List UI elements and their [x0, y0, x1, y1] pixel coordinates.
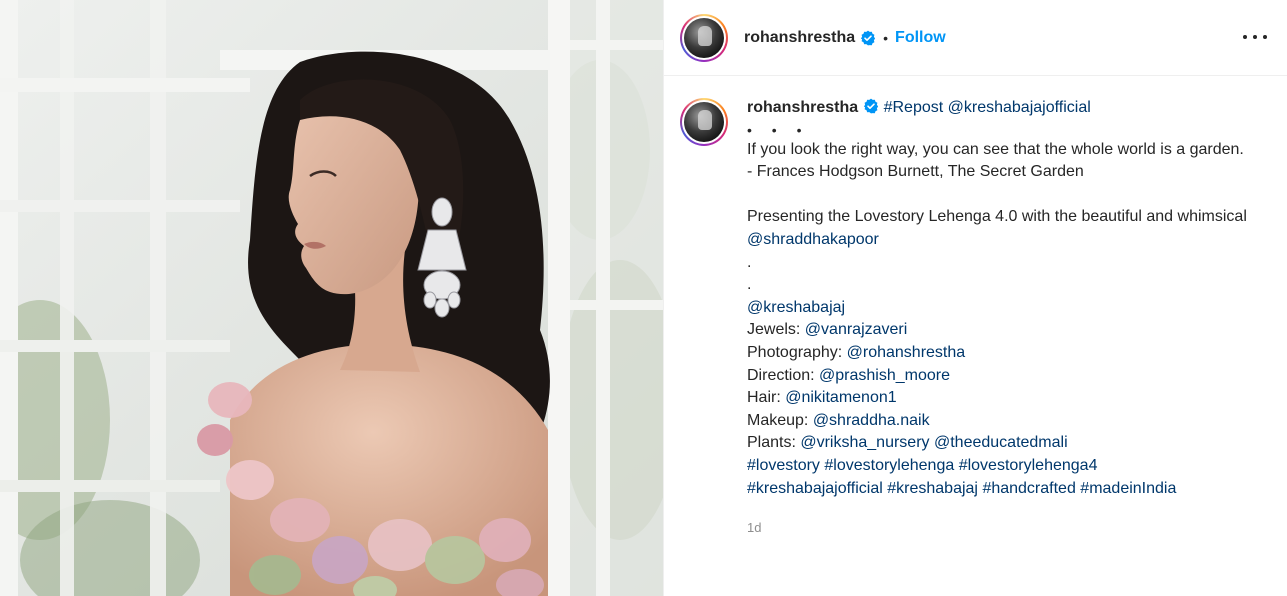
- credit-direction: Direction: @prashish_moore: [747, 366, 950, 384]
- caption-avatar[interactable]: [680, 98, 728, 146]
- presenting-line: Presenting the Lovestory Lehenga 4.0 wit…: [747, 208, 1247, 248]
- post-photo-illustration: [0, 0, 663, 596]
- post-header: rohanshrestha • Follow: [664, 0, 1287, 76]
- caption-dots: • • •: [747, 121, 810, 138]
- mention-shraddha-naik[interactable]: @shraddha.naik: [813, 412, 930, 429]
- mention-theeducatedmali[interactable]: @theeducatedmali: [934, 434, 1068, 451]
- caption-period-1: .: [747, 253, 752, 271]
- follow-button[interactable]: Follow: [895, 29, 946, 47]
- mention-vriksha-nursery[interactable]: @vriksha_nursery: [800, 434, 929, 451]
- verified-badge-icon: [860, 30, 876, 46]
- mention-vanrajzaveri[interactable]: @vanrajzaveri: [805, 321, 908, 338]
- post-photo[interactable]: [0, 0, 663, 596]
- header-username[interactable]: rohanshrestha: [744, 29, 855, 47]
- credit-jewels: Jewels: @vanrajzaveri: [747, 321, 908, 339]
- credit-makeup: Makeup: @shraddha.naik: [747, 411, 930, 429]
- hashtags-line-1: #lovestory #lovestorylehenga #lovestoryl…: [747, 455, 1247, 478]
- hashtag-kreshabajaj[interactable]: #kreshabajaj: [887, 480, 978, 497]
- quote-line2: - Frances Hodgson Burnett, The Secret Ga…: [747, 163, 1084, 181]
- avatar[interactable]: [680, 13, 728, 62]
- hashtag-madeinindia[interactable]: #madeinIndia: [1080, 480, 1176, 497]
- header-separator: •: [883, 29, 889, 46]
- repost-user-mention[interactable]: @kreshabajajofficial: [948, 99, 1091, 116]
- mention-prashish-moore[interactable]: @prashish_moore: [819, 367, 950, 384]
- caption-body: rohanshrestha #Repost @kreshabajajoffici…: [747, 97, 1247, 535]
- credit-hair: Hair: @nikitamenon1: [747, 389, 897, 407]
- post-timestamp[interactable]: 1d: [747, 520, 1247, 535]
- caption-verified-badge-icon: [863, 98, 879, 114]
- hashtag-handcrafted[interactable]: #handcrafted: [982, 480, 1075, 497]
- hashtag-lovestory[interactable]: #lovestory: [747, 457, 820, 474]
- hashtags-line-2: #kreshabajajofficial #kreshabajaj #handc…: [747, 478, 1247, 501]
- caption-avatar-image: [684, 102, 724, 142]
- quote-line1: If you look the right way, you can see t…: [747, 140, 1244, 158]
- mention-nikitamenon1[interactable]: @nikitamenon1: [785, 389, 896, 406]
- hashtag-lovestorylehenga4[interactable]: #lovestorylehenga4: [959, 457, 1098, 474]
- mention-rohanshrestha[interactable]: @rohanshrestha: [847, 344, 966, 361]
- mention-kreshabajaj[interactable]: @kreshabajaj: [747, 299, 845, 316]
- caption-period-2: .: [747, 276, 752, 294]
- post-side-panel: rohanshrestha • Follow rohanshrestha #Re…: [663, 0, 1287, 596]
- more-options-icon[interactable]: [1243, 27, 1267, 47]
- credit-photography: Photography: @rohanshrestha: [747, 343, 966, 361]
- credit-plants: Plants: @vriksha_nursery @theeducatedmal…: [747, 434, 1068, 452]
- mention-shraddhakapoor[interactable]: @shraddhakapoor: [747, 231, 879, 248]
- caption-comment: rohanshrestha #Repost @kreshabajajoffici…: [664, 76, 1287, 535]
- caption-username[interactable]: rohanshrestha: [747, 99, 858, 116]
- caption-text: rohanshrestha #Repost @kreshabajajoffici…: [747, 97, 1247, 500]
- hashtag-kreshabajajofficial[interactable]: #kreshabajajofficial: [747, 480, 883, 497]
- repost-hashtag[interactable]: #Repost: [884, 99, 944, 116]
- hashtag-lovestorylehenga[interactable]: #lovestorylehenga: [824, 457, 954, 474]
- avatar-image: [684, 17, 724, 58]
